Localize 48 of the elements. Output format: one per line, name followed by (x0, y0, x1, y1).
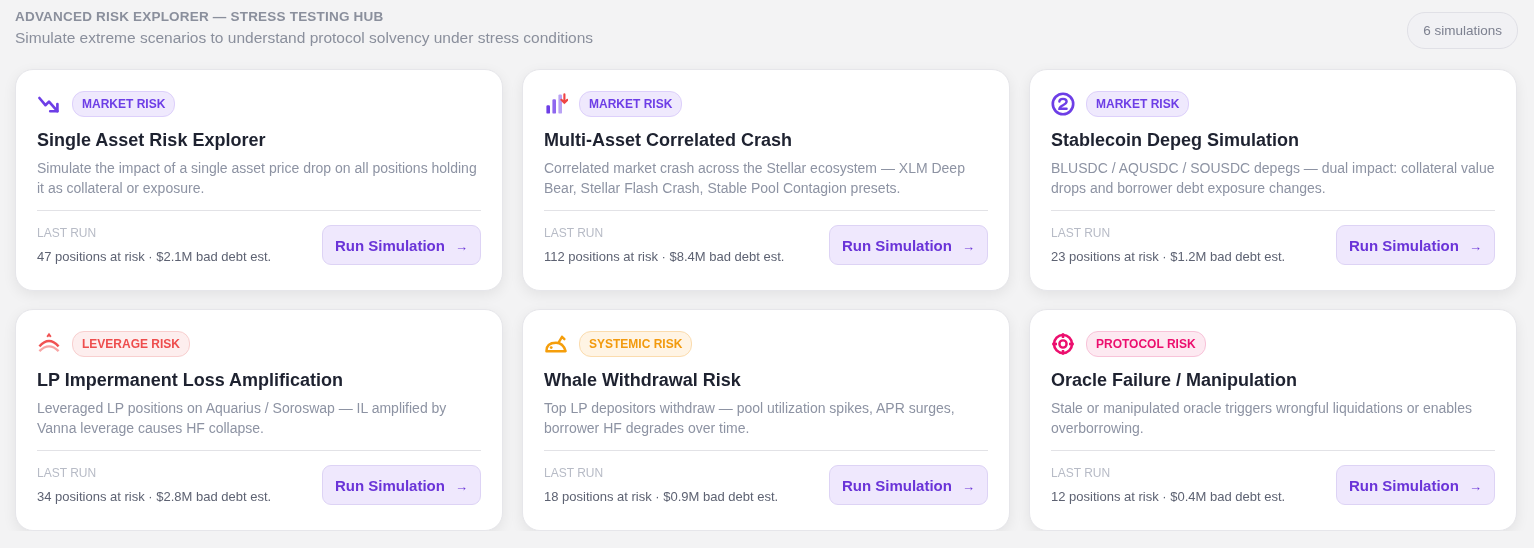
category-tag: PROTOCOL RISK (1086, 331, 1206, 357)
card-title: Single Asset Risk Explorer (37, 130, 267, 151)
last-run-label: LAST RUN (1051, 466, 1112, 480)
last-run-stats: 12 positions at risk · $0.4M bad debt est. (1051, 489, 1286, 504)
last-run-label: LAST RUN (37, 226, 98, 240)
run-simulation-button[interactable]: Run Simulation → (829, 465, 988, 505)
arrow-icon: → (962, 478, 976, 494)
run-simulation-button[interactable]: Run Simulation → (829, 225, 988, 265)
card-title: Stablecoin Depeg Simulation (1051, 130, 1301, 151)
run-simulation-button[interactable]: Run Simulation → (322, 465, 481, 505)
category-tag: MARKET RISK (72, 91, 176, 117)
category-tag: LEVERAGE RISK (72, 331, 190, 357)
bar-chart-icon (544, 92, 568, 116)
arrow-icon: → (962, 238, 976, 254)
last-run-label: LAST RUN (37, 466, 98, 480)
card-description: Correlated market crash across the Stellar ecosystem — XLM Deep Bear, Stellar Flash Crash, Stable Pool Contagion presets. (544, 159, 966, 198)
card-title: Oracle Failure / Manipulation (1051, 370, 1299, 391)
category-tag: MARKET RISK (1086, 91, 1190, 117)
last-run-stats: 18 positions at risk · $0.9M bad debt est. (544, 489, 779, 504)
last-run-label: LAST RUN (544, 226, 605, 240)
last-run-stats: 23 positions at risk · $1.2M bad debt est. (1051, 249, 1286, 264)
page-title: ADVANCED RISK EXPLORER — STRESS TESTING HUB (15, 9, 385, 24)
card-description: Stale or manipulated oracle triggers wrongful liquidations or enables overborrowing. (1051, 399, 1474, 438)
target-icon (1051, 332, 1075, 356)
arrow-icon: → (1469, 238, 1483, 254)
category-tag: SYSTEMIC RISK (579, 331, 693, 357)
category-tag: MARKET RISK (579, 91, 683, 117)
run-simulation-button[interactable]: Run Simulation → (322, 225, 481, 265)
card-title: Whale Withdrawal Risk (544, 370, 742, 391)
card-description: Simulate the impact of a single asset price drop on all positions holding it as collateral or exposure. (37, 159, 478, 198)
page-subtitle: Simulate extreme scenarios to understand protocol solvency under stress conditions (15, 29, 594, 47)
arrow-icon: → (1469, 478, 1483, 494)
card-title: LP Impermanent Loss Amplification (37, 370, 345, 391)
arrow-icon: → (455, 238, 469, 254)
run-simulation-button[interactable]: Run Simulation → (1336, 225, 1495, 265)
run-simulation-button[interactable]: Run Simulation → (1336, 465, 1495, 505)
last-run-stats: 112 positions at risk · $8.4M bad debt est. (544, 249, 785, 264)
card-description: BLUSDC / AQUSDC / SOUSDC depegs — dual impact: collateral value drops and borrower debt exposure changes. (1051, 159, 1495, 198)
last-run-stats: 34 positions at risk · $2.8M bad debt est. (37, 489, 272, 504)
card-description: Leveraged LP positions on Aquarius / Soroswap — IL amplified by Vanna leverage causes HF collapse. (37, 399, 448, 438)
card-description: Top LP depositors withdraw — pool utilization spikes, APR surges, borrower HF degrades over time. (544, 399, 956, 438)
arrow-icon: → (455, 478, 469, 494)
card-title: Multi-Asset Correlated Crash (544, 130, 794, 151)
last-run-label: LAST RUN (1051, 226, 1112, 240)
last-run-label: LAST RUN (544, 466, 605, 480)
count-badge: 6 simulations (1407, 12, 1518, 49)
last-run-stats: 47 positions at risk · $2.1M bad debt est. (37, 249, 272, 264)
coin-icon (1051, 92, 1075, 116)
